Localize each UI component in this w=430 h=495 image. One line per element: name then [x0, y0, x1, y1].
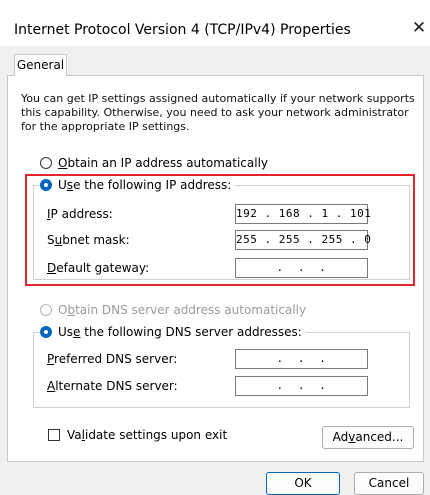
close-icon[interactable]: ✕: [411, 19, 427, 37]
ip-address-field[interactable]: 192 . 168 . 1 . 101: [235, 204, 371, 224]
description-text: You can get IP settings assigned automat…: [21, 92, 415, 133]
validate-checkbox[interactable]: Validate settings upon exit: [48, 428, 227, 442]
obtain-ip-auto-radio[interactable]: Obtain an IP address automatically: [40, 156, 268, 170]
dns-group: [33, 332, 410, 408]
advanced-button[interactable]: Advanced...: [322, 426, 414, 449]
use-following-ip-label: e the following IP address:: [73, 178, 232, 192]
obtain-ip-auto-label: btain an IP address automatically: [67, 156, 269, 170]
alternate-dns-field[interactable]: . . .: [235, 376, 368, 396]
subnet-mask-field[interactable]: 255 . 255 . 255 . 0: [235, 230, 371, 250]
radio-disabled-icon[interactable]: [40, 304, 52, 316]
subnet-mask-label: Subnet mask:: [47, 233, 130, 247]
cancel-button[interactable]: Cancel: [354, 472, 424, 495]
preferred-dns-label: Preferred DNS server:: [47, 352, 178, 366]
obtain-dns-auto-radio[interactable]: Obtain DNS server address automatically: [40, 303, 306, 317]
default-gateway-field[interactable]: . . .: [235, 258, 368, 278]
alternate-dns-label: Alternate DNS server:: [47, 379, 178, 393]
checkbox-icon[interactable]: [48, 429, 60, 441]
radio-checked-icon[interactable]: [40, 179, 52, 191]
obtain-dns-auto-label: tain DNS server address automatically: [75, 303, 307, 317]
tab-general[interactable]: General: [14, 54, 67, 76]
ok-button[interactable]: OK: [266, 472, 340, 495]
preferred-dns-field[interactable]: . . .: [235, 349, 368, 369]
use-following-dns-label: the following DNS server addresses:: [80, 325, 302, 339]
validate-label: idate settings upon exit: [84, 428, 228, 442]
window-title: Internet Protocol Version 4 (TCP/IPv4) P…: [14, 22, 351, 38]
use-following-ip-radio[interactable]: Use the following IP address:: [40, 178, 236, 192]
radio-unchecked-icon[interactable]: [40, 157, 52, 169]
default-gateway-label: Default gateway:: [47, 261, 150, 275]
use-following-dns-radio[interactable]: Use the following DNS server addresses:: [40, 325, 306, 339]
ip-address-label: IP address:: [47, 207, 113, 221]
title-bar: Internet Protocol Version 4 (TCP/IPv4) P…: [0, 0, 430, 46]
radio-checked-icon[interactable]: [40, 326, 52, 338]
